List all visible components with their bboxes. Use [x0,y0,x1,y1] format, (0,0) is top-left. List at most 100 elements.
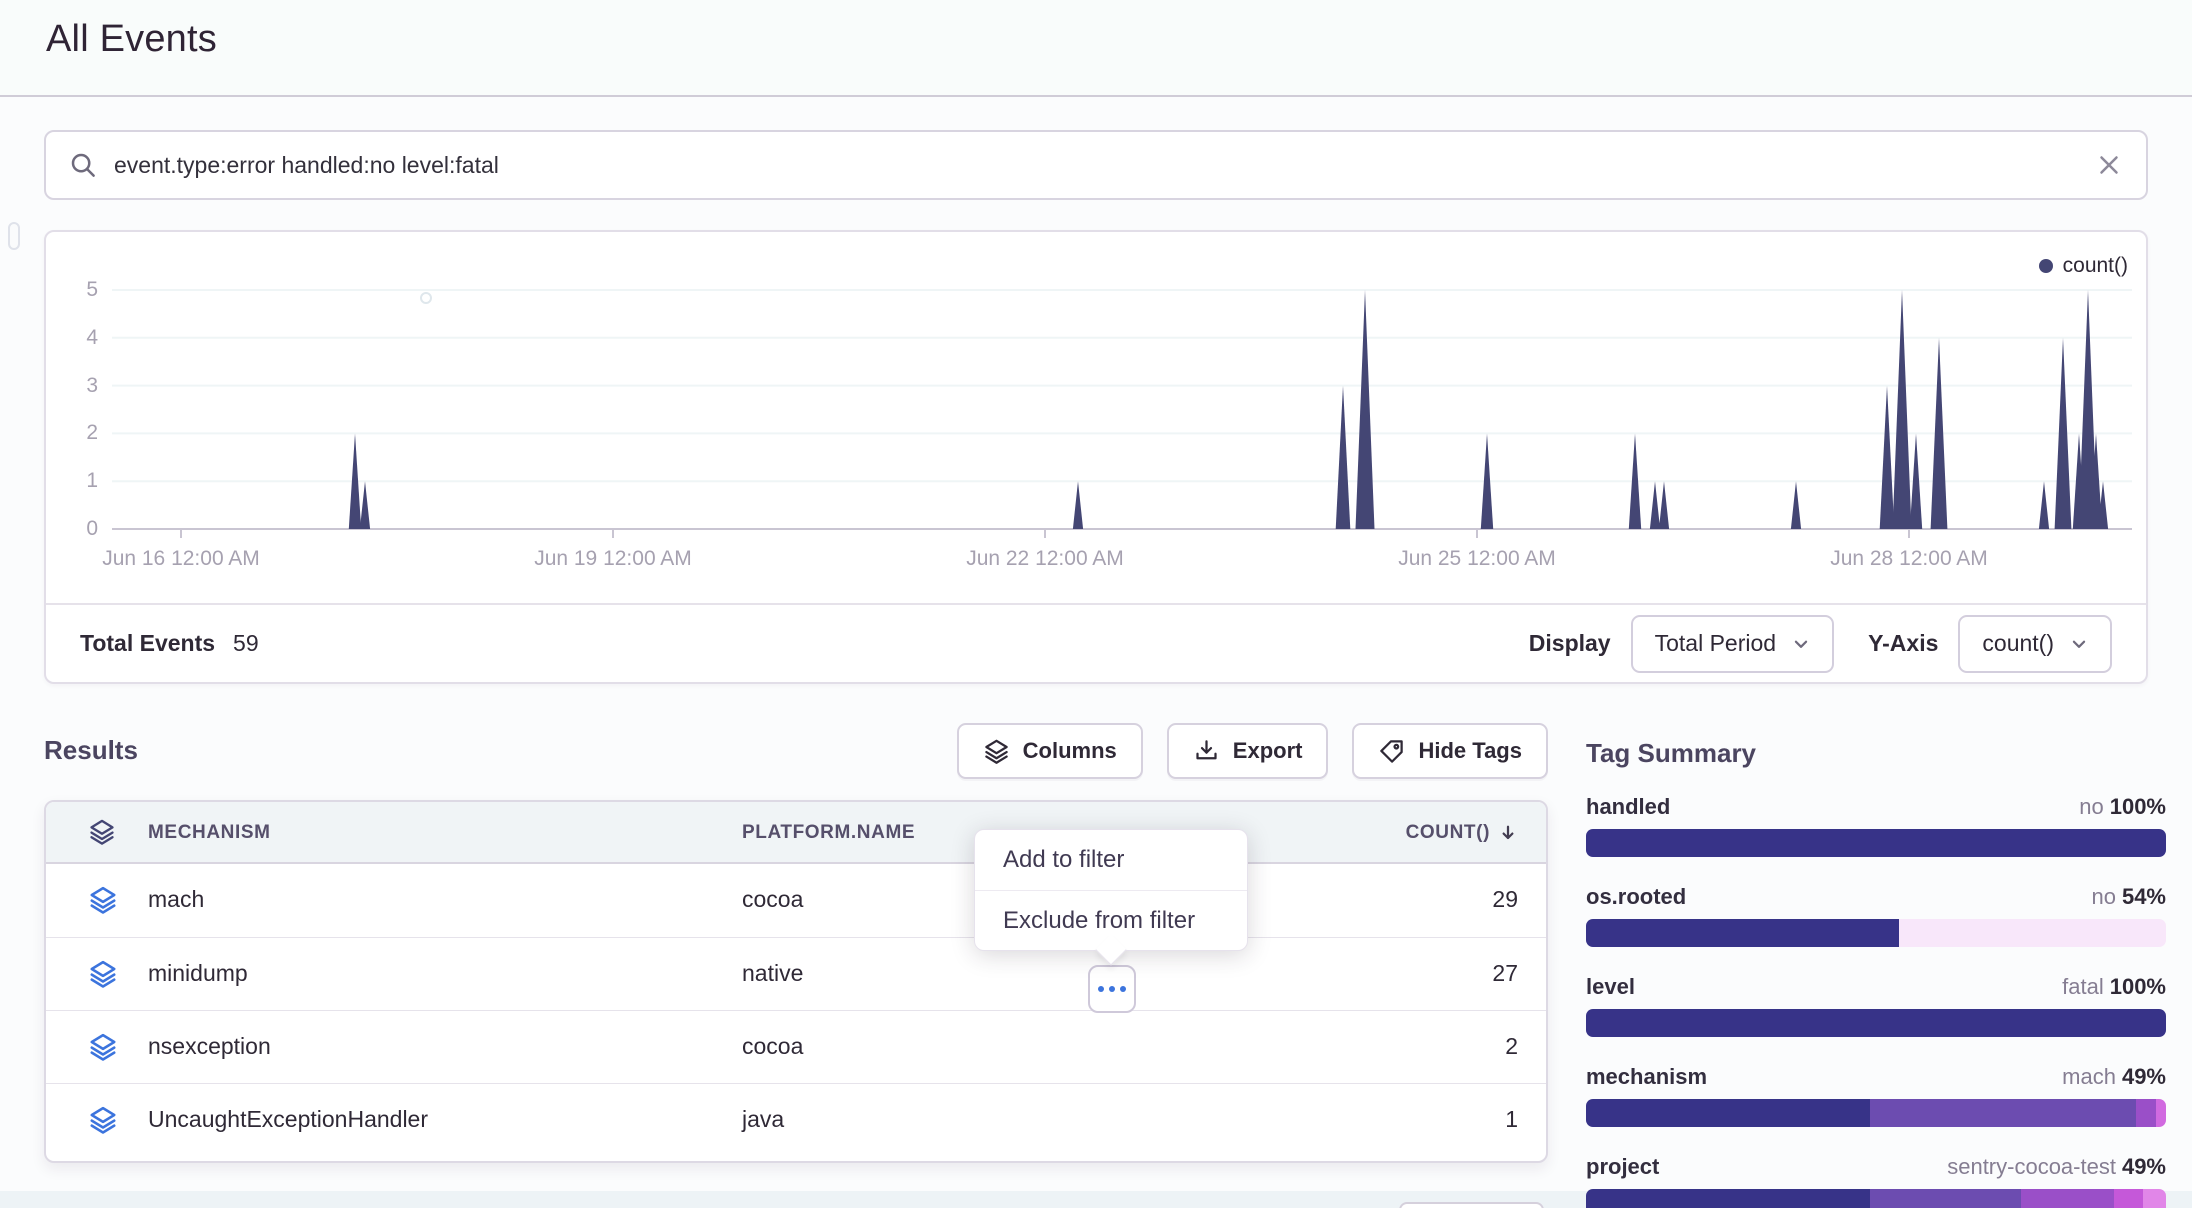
table-row[interactable]: nsexception cocoa 2 [46,1010,1546,1083]
y-axis-tick-label: 2 [56,420,98,446]
chevron-down-icon [1792,635,1810,653]
tag-distribution-bar[interactable] [1586,1009,2166,1037]
tag-bar-segment [2136,1099,2156,1127]
tag-name: mechanism [1586,1064,1707,1090]
tag-bar-segment [1586,1189,1870,1208]
button-label: Export [1233,738,1303,764]
tag-distribution-bar[interactable] [1586,829,2166,857]
menu-item-add-to-filter[interactable]: Add to filter [975,830,1247,890]
display-select[interactable]: Total Period [1631,615,1834,673]
table-row[interactable]: minidump native 27 [46,937,1546,1010]
table-body: mach cocoa 29 minidump native 27 nsexcep… [46,864,1546,1156]
y-axis-select[interactable]: count() [1958,615,2112,673]
cell-mechanism[interactable]: mach [148,864,204,935]
page-title: All Events [46,18,217,61]
tag-name: handled [1586,794,1670,820]
x-axis-tick-label: Jun 28 12:00 AM [1799,547,2019,571]
table-row[interactable]: mach cocoa 29 [46,864,1546,937]
events-histogram-chart[interactable] [112,290,2132,542]
tag-bar-segment [1870,1099,2136,1127]
tag-summary-title: Tag Summary [1586,738,2166,769]
column-header-mechanism[interactable]: MECHANISM [148,822,271,844]
cell-platform-name[interactable]: java [742,1084,784,1155]
cell-count: 2 [1505,1011,1518,1082]
results-table: MECHANISM PLATFORM.NAME COUNT() mach coc… [44,800,1548,1163]
tag-bar-segment [2021,1189,2114,1208]
tag-name: level [1586,974,1635,1000]
context-menu: Add to filter Exclude from filter [974,829,1248,951]
tag-summary-item: project sentry-cocoa-test49% [1586,1154,2166,1208]
stack-icon [88,885,118,915]
search-input[interactable] [114,152,2078,179]
cell-count: 29 [1492,864,1518,935]
tag-top-value: mach49% [2062,1064,2166,1090]
tag-distribution-bar[interactable] [1586,1099,2166,1127]
tag-bar-segment [1586,919,1899,947]
hide-tags-button[interactable]: Hide Tags [1352,723,1548,779]
tag-summary-item: handled no100% [1586,794,2166,857]
tag-name: project [1586,1154,1659,1180]
events-chart-panel: count() 543210 Jun 16 12:00 AMJun 19 12:… [44,230,2148,684]
cell-platform-name[interactable]: cocoa [742,1011,803,1082]
chart-legend[interactable]: count() [2039,254,2128,278]
pagination-peek[interactable] [1399,1202,1544,1208]
stack-icon [88,1105,118,1135]
tag-bar-segment [1899,919,2166,947]
table-row[interactable]: UncaughtExceptionHandler java 1 [46,1083,1546,1156]
columns-button[interactable]: Columns [957,723,1143,779]
cell-mechanism[interactable]: minidump [148,938,248,1009]
tag-summary-item: level fatal100% [1586,974,2166,1037]
column-header-platform-name[interactable]: PLATFORM.NAME [742,822,915,844]
download-icon [1193,738,1220,765]
y-axis-tick-label: 4 [56,325,98,351]
tag-top-value: no54% [2091,884,2166,910]
sort-desc-arrow-icon [1498,823,1518,843]
tag-bar-segment [1586,1099,1870,1127]
stack-icon [88,959,118,989]
stack-icon [88,1032,118,1062]
y-axis-tick-label: 0 [56,516,98,542]
x-axis-tick-label: Jun 25 12:00 AM [1367,547,1587,571]
cell-count: 1 [1505,1084,1518,1155]
tag-bar-segment [2114,1189,2143,1208]
chevron-down-icon [2070,635,2088,653]
cell-platform-name[interactable]: native [742,938,803,1009]
cell-count: 27 [1492,938,1518,1009]
x-axis-tick-label: Jun 19 12:00 AM [503,547,723,571]
legend-series-label: count() [2063,254,2128,278]
search-bar[interactable] [44,130,2148,200]
table-header-row: MECHANISM PLATFORM.NAME COUNT() [46,802,1546,864]
cell-actions-button[interactable] [1088,965,1136,1013]
chart-footer: Total Events 59 Display Total Period Y-A… [46,603,2146,682]
y-axis-tick-label: 1 [56,468,98,494]
tag-bar-segment [2143,1189,2166,1208]
total-events-label: Total Events [80,630,215,657]
panel-drag-handle[interactable] [8,222,20,250]
tag-bar-segment [2156,1099,2166,1127]
results-toolbar: Columns Export Hide Tags [44,723,1548,779]
search-icon [68,150,98,180]
column-header-count[interactable]: COUNT() [1406,822,1518,844]
page-header: All Events [0,0,2192,97]
cell-mechanism[interactable]: UncaughtExceptionHandler [148,1084,428,1155]
tag-distribution-bar[interactable] [1586,1189,2166,1208]
tag-icon [1378,738,1405,765]
clear-search-icon[interactable] [2094,150,2124,180]
tag-distribution-bar[interactable] [1586,919,2166,947]
stack-icon [983,738,1010,765]
all-events-page: All Events count() 543210 Jun 16 12:00 A… [0,0,2192,1208]
y-axis-label: Y-Axis [1868,630,1938,657]
tag-summary-item: mechanism mach49% [1586,1064,2166,1127]
tag-top-value: fatal100% [2062,974,2166,1000]
button-label: Hide Tags [1418,738,1522,764]
tag-top-value: sentry-cocoa-test49% [1947,1154,2166,1180]
cell-platform-name[interactable]: cocoa [742,864,803,935]
tag-bar-segment [1586,1009,2166,1037]
x-axis-tick-label: Jun 22 12:00 AM [935,547,1155,571]
button-label: Columns [1023,738,1117,764]
export-button[interactable]: Export [1167,723,1329,779]
cell-mechanism[interactable]: nsexception [148,1011,271,1082]
tag-name: os.rooted [1586,884,1686,910]
tag-bar-segment [1870,1189,2021,1208]
legend-series-dot-icon [2039,259,2053,273]
